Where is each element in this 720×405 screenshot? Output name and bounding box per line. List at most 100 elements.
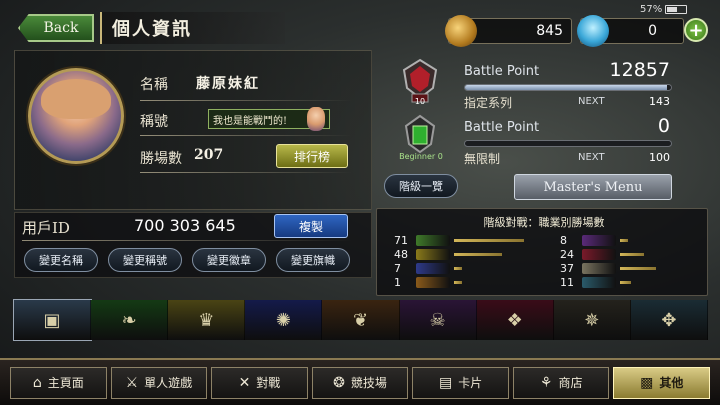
nav-arena[interactable]: ❂ 競技場 (311, 366, 409, 399)
class-win-bar (620, 266, 657, 270)
shadowcraft-icon (582, 234, 616, 246)
right-class-win-row: 11 (560, 276, 631, 289)
right-class-win-row: 24 (560, 247, 644, 261)
change-title-button[interactable]: 變更稱號 (108, 248, 182, 272)
bottom-nav: ⌂ 主頁面 ⚔ 單人遊戲 ✕ 對戰 ❂ 競技場 ▤ 卡片 ⚘ 商店 ▩ 其他 (0, 358, 720, 405)
class-win-count: 37 (560, 261, 574, 275)
class-win-bar (454, 280, 462, 284)
havencraft-icon (582, 262, 616, 274)
nav-crossed-swords[interactable]: ✕ 對戰 (211, 366, 308, 399)
class-win-bar (620, 238, 628, 242)
divider (22, 240, 352, 241)
bloodcraft-icon (582, 248, 616, 260)
bp-label-1: Battle Point (464, 64, 540, 79)
class-tab-dragon[interactable]: ❦ (322, 300, 400, 340)
bp-category-1: 指定系列 (464, 96, 513, 110)
nav-cards[interactable]: ▤ 卡片 (412, 366, 509, 399)
nav-label: 卡片 (458, 376, 483, 390)
wins-value: 207 (194, 147, 224, 163)
avatar[interactable] (28, 68, 124, 164)
rank-emblem-text: 10 (414, 97, 426, 106)
class-win-count: 24 (560, 247, 574, 261)
player-name: 藤原妹紅 (196, 76, 260, 92)
class-tab-bat[interactable]: ❖ (476, 300, 554, 340)
class-tab-wing[interactable]: ✵ (553, 300, 631, 340)
page-title: 個人資訊 (100, 12, 285, 44)
bat-icon: ❖ (506, 309, 523, 331)
class-tab-crown[interactable]: ♛ (168, 300, 246, 340)
nav-label: 商店 (558, 376, 583, 390)
class-win-count: 1 (394, 275, 401, 289)
back-button[interactable]: Back (18, 14, 94, 42)
left-class-win-row: 48 (394, 247, 502, 261)
nav-label: 競技場 (350, 376, 387, 390)
class-tab-skull[interactable]: ☠ (399, 300, 477, 340)
bp-label-2: Battle Point (464, 120, 540, 135)
dragon-icon: ❦ (352, 309, 369, 331)
class-win-count: 8 (560, 233, 567, 247)
next-label-2: NEXT (578, 152, 605, 163)
change-emblem-button[interactable]: 變更徽章 (192, 248, 266, 272)
class-win-count: 48 (394, 247, 408, 261)
bp-progress-2 (464, 140, 672, 147)
nav-shop[interactable]: ⚘ 商店 (512, 366, 610, 399)
class-tab-portal[interactable]: ✥ (630, 300, 708, 340)
grade-list-button[interactable]: 階級一覽 (384, 174, 458, 198)
crystal-counter: 0 (577, 15, 684, 47)
chibi-icon (307, 107, 325, 131)
class-win-bar (620, 280, 631, 284)
user-id-value: 700 303 645 (134, 216, 236, 235)
masters-menu-button[interactable]: Master's Menu (514, 174, 672, 200)
plus-icon[interactable]: + (684, 18, 708, 42)
ranking-button[interactable]: 排行榜 (276, 144, 348, 168)
battery-icon (665, 4, 688, 14)
user-id-label: 用戶ID (22, 219, 70, 237)
class-tab-leaf[interactable]: ❧ (91, 300, 169, 340)
gold-counter: 845 (445, 15, 572, 47)
cards-icon: ▤ (438, 374, 453, 391)
class-win-count: 7 (394, 261, 401, 275)
divider (140, 172, 352, 173)
divider (140, 135, 352, 136)
left-class-win-row: 1 (394, 275, 462, 289)
nav-home[interactable]: ⌂ 主頁面 (10, 366, 107, 399)
bp-value-2: 0 (657, 115, 670, 137)
class-win-bar (454, 266, 462, 270)
nav-other[interactable]: ▩ 其他 (613, 366, 711, 399)
gold-coin-icon (445, 15, 477, 47)
swordcraft-icon (416, 248, 450, 260)
wins-label: 勝場數 (140, 151, 182, 167)
next-label-1: NEXT (578, 96, 605, 107)
crown-icon: ♛ (198, 309, 215, 331)
leaf-icon: ❧ (121, 309, 137, 331)
title-badge-text: 我也是能戰鬥的! (213, 115, 288, 127)
shop-icon: ⚘ (539, 374, 553, 391)
class-tabs: ▣ ❧ ♛ ✺ ❦ ☠ ❖ ✵ ✥ (12, 299, 708, 341)
card-icon: ▣ (43, 309, 61, 331)
change-flag-button[interactable]: 變更旗幟 (276, 248, 350, 272)
crossed-swords-icon: ✕ (238, 374, 251, 391)
gold-value: 845 (536, 23, 563, 39)
right-class-win-row: 37 (560, 261, 657, 275)
copy-button[interactable]: 複製 (274, 214, 348, 238)
crystal-value: 0 (648, 23, 657, 39)
bp-progress-1 (464, 84, 672, 91)
divider (140, 100, 352, 101)
dragoncraft-icon (416, 276, 450, 288)
arena-icon: ❂ (333, 374, 345, 391)
nav-label: 主頁面 (47, 376, 84, 390)
left-class-win-row: 7 (394, 261, 462, 275)
next-value-2: 100 (649, 151, 670, 164)
portal-icon: ✥ (661, 309, 677, 331)
battery-text: 57% (640, 3, 663, 15)
nav-sword[interactable]: ⚔ 單人遊戲 (110, 366, 208, 399)
class-tab-rune[interactable]: ✺ (245, 300, 323, 340)
portalcraft-icon (582, 276, 616, 288)
class-win-bar (454, 252, 502, 256)
class-win-count: 71 (394, 233, 408, 247)
forestcraft-icon (416, 234, 450, 246)
nav-label: 其他 (659, 376, 684, 390)
class-tab-card[interactable]: ▣ (12, 299, 93, 341)
title-label: 稱號 (140, 114, 168, 130)
change-name-button[interactable]: 變更名稱 (24, 248, 98, 272)
